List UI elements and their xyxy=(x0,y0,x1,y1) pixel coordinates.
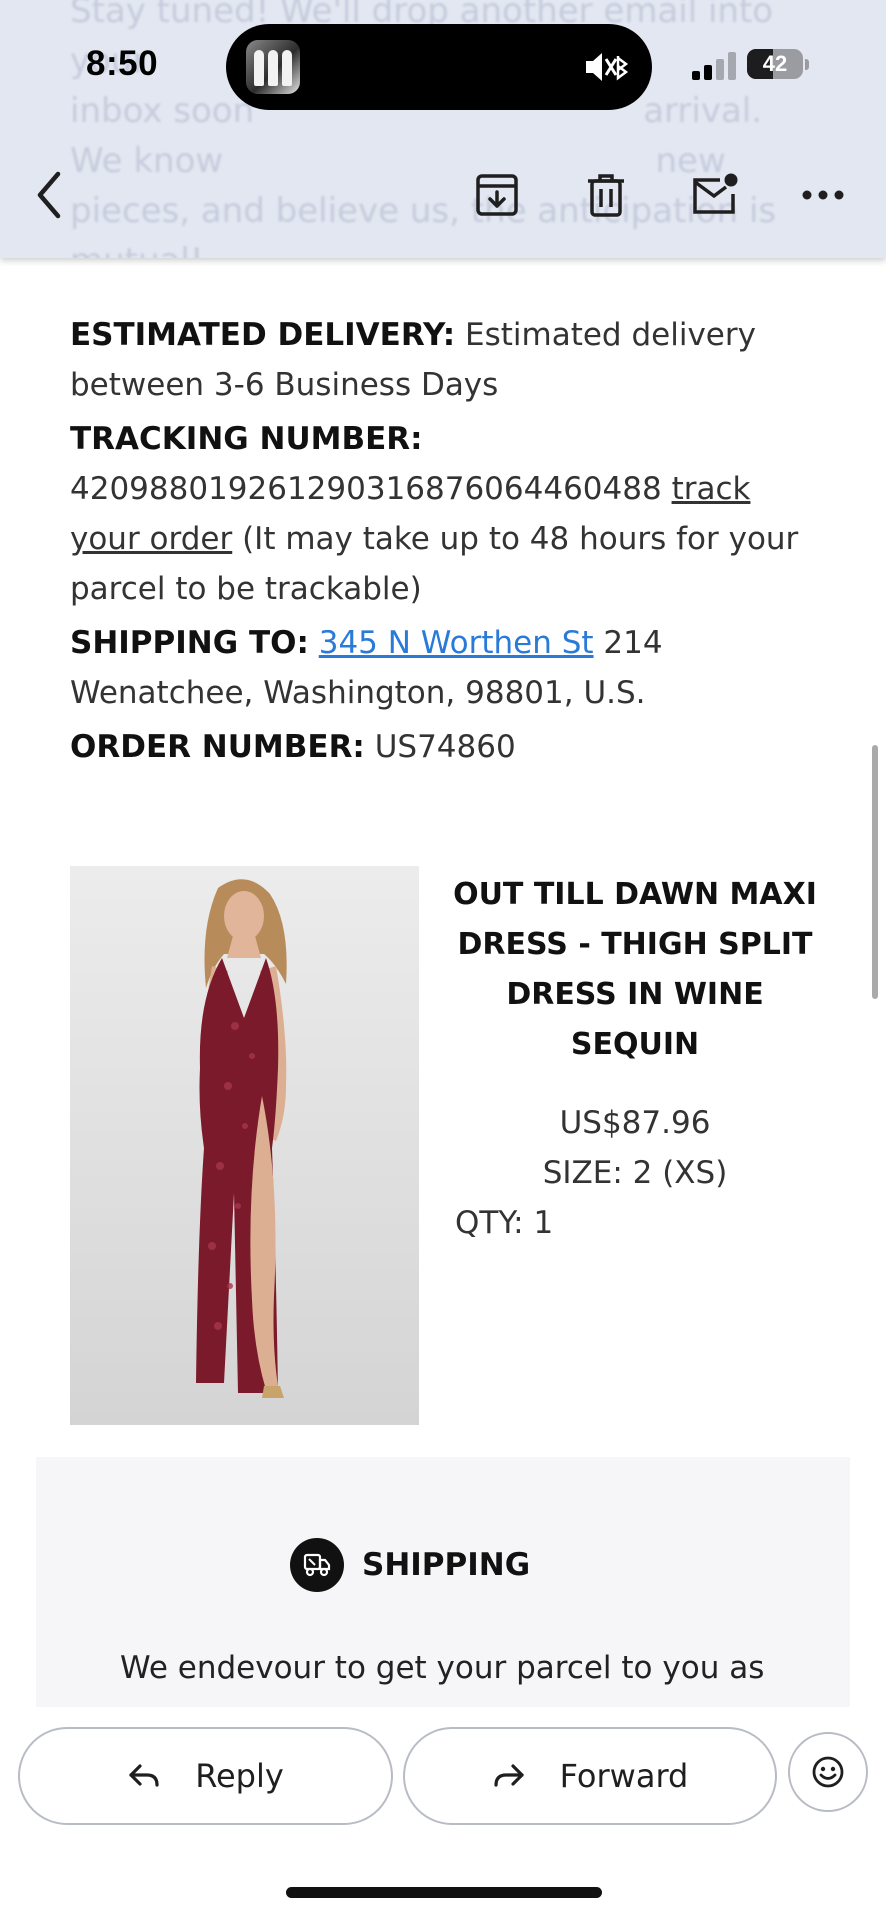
shipping-address-link[interactable]: 345 N Worthen St xyxy=(319,625,594,661)
forward-icon xyxy=(494,1764,524,1787)
status-bar: 8:50 42 xyxy=(0,0,886,130)
cellular-signal-icon xyxy=(692,52,738,80)
email-view: Stay tuned! We'll drop another email int… xyxy=(0,0,886,1920)
mark-unread-icon[interactable] xyxy=(690,170,740,220)
dress-model-illustration xyxy=(196,879,287,1398)
tracking-number-label: TRACKING NUMBER: xyxy=(70,421,423,457)
status-time: 8:50 xyxy=(86,44,159,83)
dynamic-island[interactable] xyxy=(226,24,652,110)
product-info: OUT TILL DAWN MAXI DRESS - THIGH SPLIT D… xyxy=(450,866,820,1248)
shipping-to-label: SHIPPING TO: xyxy=(70,625,309,661)
estimated-delivery: ESTIMATED DELIVERY: Estimated delivery b… xyxy=(70,310,810,410)
order-number-value: US74860 xyxy=(364,729,516,765)
shipping-title: SHIPPING xyxy=(362,1547,531,1583)
more-options-icon[interactable] xyxy=(798,170,848,220)
order-number: ORDER NUMBER: US74860 xyxy=(70,722,810,772)
reply-button[interactable]: Reply xyxy=(18,1727,393,1825)
scrollbar[interactable] xyxy=(872,745,878,999)
email-toolbar xyxy=(0,150,886,240)
tracking-number: TRACKING NUMBER: 42098801926129031687606… xyxy=(70,414,810,614)
now-playing-thumbnail xyxy=(246,40,300,94)
battery-cap xyxy=(805,59,809,70)
reply-icon xyxy=(129,1764,159,1787)
battery-level: 42 xyxy=(762,51,788,76)
product-quantity: QTY: 1 xyxy=(455,1205,554,1241)
forward-button[interactable]: Forward xyxy=(403,1727,777,1825)
estimated-delivery-label: ESTIMATED DELIVERY: xyxy=(70,317,456,353)
shipping-to: SHIPPING TO: 345 N Worthen St 214 Wenatc… xyxy=(70,618,810,718)
shipping-description: We endevour to get your parcel to you as xyxy=(120,1650,765,1686)
forward-label: Forward xyxy=(559,1757,689,1795)
product-image[interactable] xyxy=(70,866,419,1425)
emoji-reaction-button[interactable] xyxy=(788,1732,868,1812)
product-price: US$87.96 xyxy=(559,1105,711,1141)
archive-icon[interactable] xyxy=(472,170,522,220)
email-header: Stay tuned! We'll drop another email int… xyxy=(0,0,886,258)
home-indicator[interactable] xyxy=(286,1887,602,1898)
reply-label: Reply xyxy=(195,1757,284,1795)
tracking-number-value: 420988019261290316876064460488 xyxy=(70,471,662,507)
smiley-icon xyxy=(812,1756,844,1788)
mute-bluetooth-icon xyxy=(582,46,630,88)
back-icon[interactable] xyxy=(24,170,74,220)
trash-icon[interactable] xyxy=(581,170,631,220)
product-size: SIZE: 2 (XS) xyxy=(542,1155,728,1191)
order-details: ESTIMATED DELIVERY: Estimated delivery b… xyxy=(70,310,810,776)
delivery-truck-icon xyxy=(290,1538,344,1592)
shipping-heading: SHIPPING xyxy=(290,1537,530,1593)
order-number-label: ORDER NUMBER: xyxy=(70,729,365,765)
product-name[interactable]: OUT TILL DAWN MAXI DRESS - THIGH SPLIT D… xyxy=(450,870,820,1070)
shipping-info-card: SHIPPING We endevour to get your parcel … xyxy=(36,1457,850,1707)
battery-icon: 42 xyxy=(747,49,803,79)
